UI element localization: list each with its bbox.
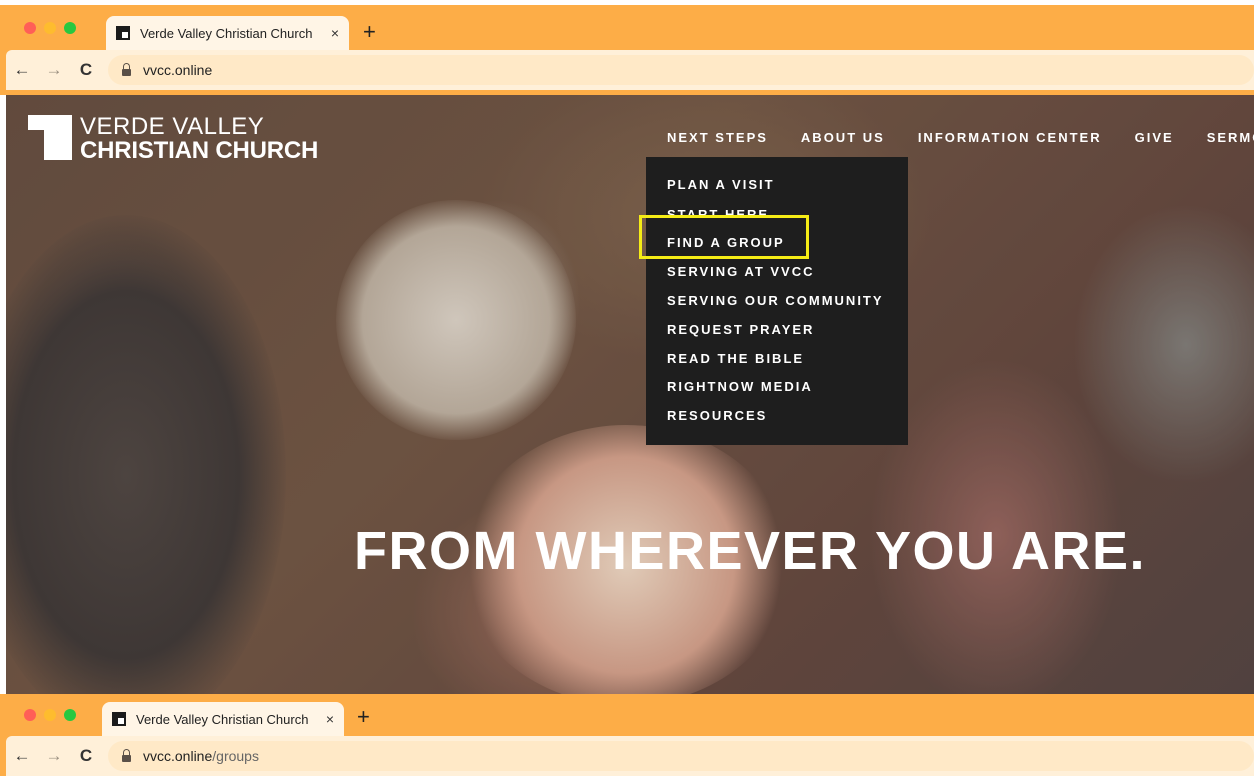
menu-item-serving-at-vvcc[interactable]: SERVING AT VVCC <box>667 264 815 279</box>
address-bar[interactable]: vvcc.online <box>108 55 1254 85</box>
address-bar[interactable]: vvcc.online/groups <box>108 741 1254 771</box>
find-a-group-highlight-box <box>639 215 809 259</box>
browser-chrome-bottom: Verde Valley Christian Church - × + ← → … <box>0 694 1254 776</box>
window-controls <box>24 5 76 50</box>
menu-item-plan-a-visit[interactable]: PLAN A VISIT <box>667 177 775 192</box>
hero-photo-detail <box>336 200 576 440</box>
new-tab-button[interactable]: + <box>357 704 370 730</box>
url-host: vvcc.online <box>143 748 213 764</box>
nav-information-center[interactable]: INFORMATION CENTER <box>918 130 1102 145</box>
minimize-window-button[interactable] <box>44 709 56 721</box>
browser-tab[interactable]: Verde Valley Christian Church × <box>106 16 349 50</box>
reload-icon[interactable]: C <box>70 746 102 766</box>
url-host: vvcc.online <box>143 62 213 78</box>
minimize-window-button[interactable] <box>44 21 56 34</box>
browser-tab[interactable]: Verde Valley Christian Church - × <box>102 702 344 736</box>
menu-item-read-the-bible[interactable]: READ THE BIBLE <box>667 351 804 366</box>
menu-item-start-here[interactable]: START HERE <box>667 207 769 215</box>
logo-line-2: CHRISTIAN CHURCH <box>80 137 319 164</box>
back-arrow-icon[interactable]: ← <box>6 746 38 766</box>
tab-strip: Verde Valley Christian Church - × + <box>0 694 1254 736</box>
browser-chrome-top: Verde Valley Christian Church × + ← → C … <box>0 5 1254 95</box>
new-tab-button[interactable]: + <box>363 19 376 45</box>
nav-give[interactable]: GIVE <box>1135 130 1174 145</box>
site-logo[interactable]: VERDE VALLEY CHRISTIAN CHURCH <box>28 115 318 163</box>
hero-photo-detail <box>6 215 286 694</box>
lock-icon[interactable] <box>122 62 131 76</box>
nav-about-us[interactable]: ABOUT US <box>801 130 885 145</box>
close-window-button[interactable] <box>24 21 36 34</box>
lock-icon[interactable] <box>122 748 131 762</box>
forward-arrow-icon[interactable]: → <box>38 60 70 80</box>
url-path: /groups <box>212 748 259 764</box>
tab-strip: Verde Valley Christian Church × + <box>0 5 1254 50</box>
hero-banner: VERDE VALLEY CHRISTIAN CHURCH NEXT STEPS… <box>6 95 1254 694</box>
logo-line-1: VERDE VALLEY <box>80 113 265 140</box>
next-steps-dropdown: PLAN A VISIT START HERE FIND A GROUP SER… <box>646 157 908 445</box>
close-tab-icon[interactable]: × <box>331 25 339 41</box>
menu-item-request-prayer[interactable]: REQUEST PRAYER <box>667 322 814 337</box>
maximize-window-button[interactable] <box>64 709 76 721</box>
site-favicon-icon <box>112 712 126 726</box>
main-navigation: NEXT STEPS ABOUT US INFORMATION CENTER G… <box>667 130 1254 145</box>
menu-item-serving-our-community[interactable]: SERVING OUR COMMUNITY <box>667 293 884 308</box>
browser-toolbar: ← → C vvcc.online/groups <box>6 736 1254 776</box>
menu-item-rightnow-media[interactable]: RIGHTNOW MEDIA <box>667 379 813 394</box>
nav-sermons[interactable]: SERMO <box>1207 130 1254 145</box>
tab-title: Verde Valley Christian Church <box>140 25 313 41</box>
close-tab-icon[interactable]: × <box>326 711 334 727</box>
menu-item-resources[interactable]: RESOURCES <box>667 408 767 423</box>
maximize-window-button[interactable] <box>64 21 76 34</box>
browser-toolbar: ← → C vvcc.online <box>6 50 1254 90</box>
hero-headline: FROM WHEREVER YOU ARE. <box>354 521 1147 581</box>
forward-arrow-icon[interactable]: → <box>38 746 70 766</box>
close-window-button[interactable] <box>24 709 36 721</box>
reload-icon[interactable]: C <box>70 60 102 80</box>
nav-next-steps[interactable]: NEXT STEPS <box>667 130 768 145</box>
tab-title: Verde Valley Christian Church - <box>136 711 308 727</box>
logo-mark-icon <box>28 115 72 160</box>
back-arrow-icon[interactable]: ← <box>6 60 38 80</box>
window-controls <box>24 694 76 736</box>
site-favicon-icon <box>116 26 130 40</box>
